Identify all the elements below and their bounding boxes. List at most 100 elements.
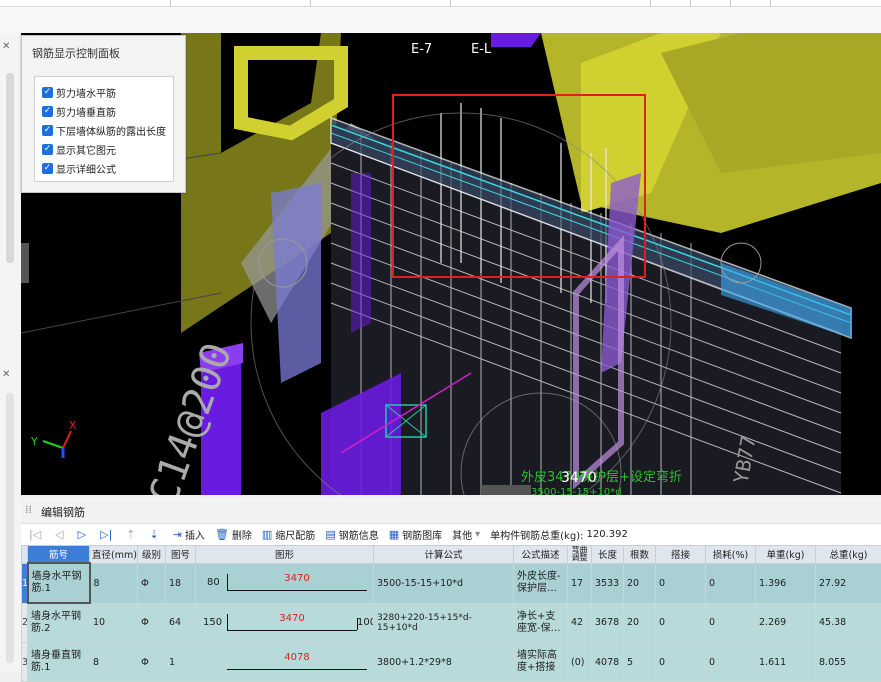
diameter-cell[interactable]: 10 bbox=[90, 603, 138, 643]
lap-cell[interactable]: 0 bbox=[656, 643, 706, 682]
col-header[interactable]: 计算公式 bbox=[374, 546, 514, 564]
rebar-library-button[interactable]: ▦钢筋图库 bbox=[389, 527, 442, 542]
scale-config-button[interactable]: ▥缩尺配筋 bbox=[262, 527, 315, 542]
formula-cell[interactable]: 3500-15-15+10*d bbox=[374, 563, 514, 603]
move-down-icon[interactable]: ⇣ bbox=[150, 528, 159, 541]
option-show-detailed-formula[interactable]: ✓显示详细公式 bbox=[42, 160, 116, 176]
shape-main-dim: 4078 bbox=[227, 652, 367, 663]
length-cell[interactable]: 3533 bbox=[592, 563, 624, 603]
axis-y-label: Y bbox=[30, 435, 38, 448]
option-shear-wall-vertical[interactable]: ✓剪力墙垂直筋 bbox=[42, 103, 116, 119]
bend-cell[interactable]: (0) bbox=[568, 643, 592, 682]
move-up-icon[interactable]: ⇡ bbox=[126, 528, 135, 541]
grade-cell[interactable]: Φ bbox=[138, 643, 166, 682]
total-weight-cell[interactable]: 45.38 bbox=[816, 603, 881, 643]
rebar-name-cell[interactable]: 墙身水平钢筋.1 bbox=[28, 563, 90, 603]
length-cell[interactable]: 4078 bbox=[592, 643, 624, 682]
checkbox-checked-icon[interactable]: ✓ bbox=[42, 106, 53, 117]
rebar-name-cell[interactable]: 墙身垂直钢筋.1 bbox=[28, 643, 90, 682]
loss-cell[interactable]: 0 bbox=[706, 563, 756, 603]
option-lower-wall-exposed-length[interactable]: ✓下层墙体纵筋的露出长度 bbox=[42, 122, 166, 138]
count-cell[interactable]: 20 bbox=[624, 563, 656, 603]
delete-button[interactable]: 🗑删除 bbox=[215, 527, 252, 542]
close-icon[interactable]: ✕ bbox=[2, 41, 10, 52]
description-cell[interactable]: 净长+支座宽-保… bbox=[514, 603, 568, 643]
rebar-name-cell[interactable]: 墙身水平钢筋.2 bbox=[28, 603, 90, 643]
checkbox-checked-icon[interactable]: ✓ bbox=[42, 87, 53, 98]
lap-cell[interactable]: 0 bbox=[656, 563, 706, 603]
diameter-cell[interactable]: 8 bbox=[90, 643, 138, 682]
option-show-other-elements[interactable]: ✓显示其它图元 bbox=[42, 141, 116, 157]
option-label: 下层墙体纵筋的露出长度 bbox=[56, 123, 166, 138]
bend-cell[interactable]: 17 bbox=[568, 563, 592, 603]
count-cell[interactable]: 20 bbox=[624, 603, 656, 643]
col-header[interactable]: 损耗(%) bbox=[706, 546, 756, 564]
option-shear-wall-horizontal[interactable]: ✓剪力墙水平筋 bbox=[42, 84, 116, 100]
bend-cell[interactable]: 42 bbox=[568, 603, 592, 643]
option-label: 剪力墙垂直筋 bbox=[56, 104, 116, 119]
other-dropdown[interactable]: 其他▾ bbox=[452, 527, 480, 542]
close-icon[interactable]: ✕ bbox=[2, 369, 10, 380]
unit-weight-cell[interactable]: 1.611 bbox=[756, 643, 816, 682]
shape-cell[interactable]: 80 3470 bbox=[196, 563, 374, 603]
axis-gizmo: Y X bbox=[30, 419, 77, 458]
bottom-formula-text: 外皮3470保护层+设定弯折 bbox=[521, 469, 682, 485]
description-cell[interactable]: 墙实际高度+搭接 bbox=[514, 643, 568, 682]
col-header[interactable]: 长度 bbox=[592, 546, 624, 564]
checkbox-checked-icon[interactable]: ✓ bbox=[42, 163, 53, 174]
col-header[interactable]: 弯曲调整 bbox=[568, 546, 592, 564]
diameter-cell[interactable]: 8 bbox=[90, 563, 138, 603]
grade-cell[interactable]: Φ bbox=[138, 563, 166, 603]
grade-cell[interactable]: Φ bbox=[138, 603, 166, 643]
secondary-toolbar bbox=[0, 7, 881, 34]
unit-weight-cell[interactable]: 1.396 bbox=[756, 563, 816, 603]
col-header[interactable]: 公式描述 bbox=[514, 546, 568, 564]
length-cell[interactable]: 3678 bbox=[592, 603, 624, 643]
total-weight-cell[interactable]: 8.055 bbox=[816, 643, 881, 682]
formula-cell[interactable]: 3280+220-15+15*d-15+10*d bbox=[374, 603, 514, 643]
last-record-icon[interactable]: ▷| bbox=[100, 528, 112, 541]
shape-main-dim: 3470 bbox=[227, 613, 357, 624]
left-scrollbar-lower[interactable] bbox=[6, 393, 14, 663]
col-header[interactable]: 图形 bbox=[196, 546, 374, 564]
rebar-info-button[interactable]: ▤钢筋信息 bbox=[325, 527, 378, 542]
count-cell[interactable]: 5 bbox=[624, 643, 656, 682]
loss-cell[interactable]: 0 bbox=[706, 643, 756, 682]
option-label: 剪力墙水平筋 bbox=[56, 85, 116, 100]
col-header[interactable]: 总重(kg) bbox=[816, 546, 881, 564]
col-header[interactable]: 级别 bbox=[138, 546, 166, 564]
col-header[interactable]: 根数 bbox=[624, 546, 656, 564]
table-row[interactable]: 1 墙身水平钢筋.1 8 Φ 18 80 3470 3500-15-15+10*… bbox=[22, 563, 881, 603]
shape-cell[interactable]: 150 3470 100 bbox=[196, 603, 374, 643]
table-row[interactable]: 2 墙身水平钢筋.2 10 Φ 64 150 3470 100 3280+220… bbox=[22, 603, 881, 643]
col-header[interactable]: 图号 bbox=[166, 546, 196, 564]
rebar-display-control-panel: 钢筋显示控制面板 ✓剪力墙水平筋 ✓剪力墙垂直筋 ✓下层墙体纵筋的露出长度 ✓显… bbox=[21, 35, 186, 193]
table-row[interactable]: 3 墙身垂直钢筋.1 8 Φ 1 4078 3800+1.2*29*8 墙实际高… bbox=[22, 643, 881, 682]
unit-weight-cell[interactable]: 2.269 bbox=[756, 603, 816, 643]
checkbox-checked-icon[interactable]: ✓ bbox=[42, 125, 53, 136]
col-header[interactable]: 直径(mm) bbox=[90, 546, 138, 564]
figure-no-cell[interactable]: 18 bbox=[166, 563, 196, 603]
col-header[interactable]: 搭接 bbox=[656, 546, 706, 564]
lap-cell[interactable]: 0 bbox=[656, 603, 706, 643]
description-cell[interactable]: 外皮长度-保护层… bbox=[514, 563, 568, 603]
shape-cell[interactable]: 4078 bbox=[196, 643, 374, 682]
loss-cell[interactable]: 0 bbox=[706, 603, 756, 643]
prev-record-icon[interactable]: ◁ bbox=[55, 528, 63, 541]
figure-no-cell[interactable]: 1 bbox=[166, 643, 196, 682]
col-header[interactable]: 单重(kg) bbox=[756, 546, 816, 564]
col-header[interactable]: 筋号 bbox=[28, 546, 90, 564]
next-record-icon[interactable]: ▷ bbox=[78, 528, 86, 541]
checkbox-checked-icon[interactable]: ✓ bbox=[42, 144, 53, 155]
editor-title: 编辑钢筋 bbox=[41, 504, 85, 520]
first-record-icon[interactable]: |◁ bbox=[29, 528, 41, 541]
total-weight-cell[interactable]: 27.92 bbox=[816, 563, 881, 603]
formula-cell[interactable]: 3800+1.2*29*8 bbox=[374, 643, 514, 682]
chevron-down-icon: ▾ bbox=[475, 529, 480, 540]
insert-button[interactable]: ⇥插入 bbox=[173, 527, 205, 542]
left-scrollbar[interactable] bbox=[6, 73, 14, 263]
drag-handle-icon[interactable]: ⁞⁞ bbox=[25, 503, 32, 516]
figure-no-cell[interactable]: 64 bbox=[166, 603, 196, 643]
shape-main-dim: 3470 bbox=[227, 573, 367, 584]
insert-icon: ⇥ bbox=[173, 528, 182, 541]
